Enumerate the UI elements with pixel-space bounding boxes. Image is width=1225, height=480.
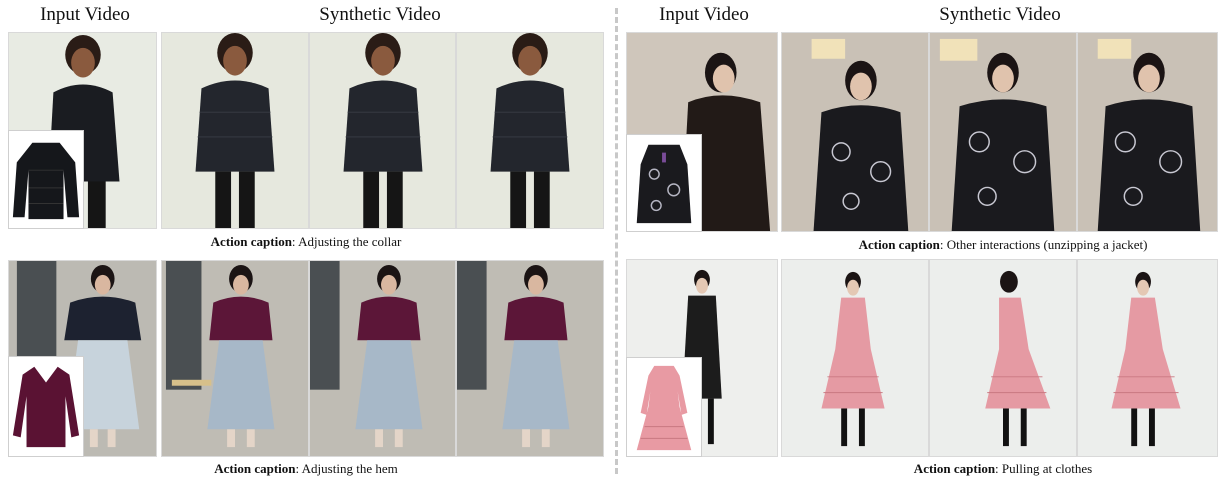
panel-divider bbox=[615, 8, 618, 474]
right-row2-synthetic-frame-1 bbox=[781, 259, 929, 457]
right-row2-synthetic-frame-2 bbox=[929, 259, 1077, 457]
left-row2-synthetic-frame-1 bbox=[161, 260, 309, 457]
left-row2-garment-inset bbox=[8, 356, 84, 457]
left-row1-garment-inset bbox=[8, 130, 84, 229]
left-synthetic-video-header: Synthetic Video bbox=[319, 4, 441, 25]
left-row2-caption: Action caption: Adjusting the hem bbox=[214, 461, 397, 477]
right-synthetic-video-header: Synthetic Video bbox=[939, 4, 1061, 25]
left-row2-synthetic-frame-3 bbox=[456, 260, 604, 457]
right-row2-garment-inset bbox=[626, 357, 702, 457]
right-row1-synthetic-frame-2 bbox=[929, 32, 1077, 232]
left-input-video-header: Input Video bbox=[40, 4, 130, 25]
left-row2-synthetic-frame-2 bbox=[309, 260, 456, 457]
caption-text: : Adjusting the collar bbox=[291, 234, 402, 249]
right-row2-synthetic-frame-3 bbox=[1077, 259, 1218, 457]
caption-text: : Other interactions (unzipping a jacket… bbox=[939, 237, 1148, 252]
right-row1-caption: Action caption: Other interactions (unzi… bbox=[859, 237, 1148, 253]
caption-label: Action caption bbox=[214, 461, 296, 476]
left-row1-synthetic-frame-1 bbox=[161, 32, 309, 229]
caption-label: Action caption bbox=[210, 234, 292, 249]
caption-text: : Pulling at clothes bbox=[995, 461, 1093, 476]
right-row1-synthetic-frame-3 bbox=[1077, 32, 1218, 232]
right-row1-garment-inset bbox=[626, 134, 702, 232]
left-row1-caption: Action caption: Adjusting the collar bbox=[211, 234, 402, 250]
caption-label: Action caption bbox=[858, 237, 940, 252]
right-row1-synthetic-frame-1 bbox=[781, 32, 929, 232]
caption-label: Action caption bbox=[913, 461, 996, 476]
left-row1-synthetic-frame-3 bbox=[456, 32, 604, 229]
left-row1-synthetic-frame-2 bbox=[309, 32, 456, 229]
right-row2-caption: Action caption: Pulling at clothes bbox=[914, 461, 1092, 477]
caption-text: : Adjusting the hem bbox=[295, 461, 398, 476]
right-input-video-header: Input Video bbox=[659, 4, 749, 25]
